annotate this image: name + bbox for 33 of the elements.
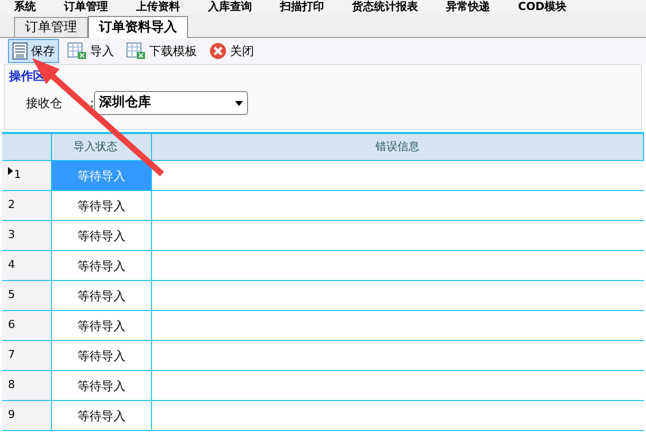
row-number: 7 [8,347,15,363]
menu-item[interactable]: COD模块 [504,0,581,14]
menu-item[interactable]: 入库查询 [194,0,266,14]
menu-item[interactable]: 订单管理 [50,0,122,14]
spreadsheet-icon [67,42,87,60]
toolbar-button[interactable]: 下载模板 [122,39,201,63]
dropdown-caret-icon [235,100,244,106]
label-colon: : [90,95,94,112]
menu-item[interactable]: 异常快递 [432,0,504,14]
toolbar-button[interactable]: 保存 [8,39,59,63]
menu-item[interactable]: 货态统计报表 [338,0,432,14]
row-number: 5 [8,287,15,303]
toolbar-button[interactable]: 关闭 [205,39,258,63]
tab[interactable]: 订单管理 [14,17,88,37]
toolbar-button[interactable]: 导入 [63,39,118,63]
row-number: 2 [8,197,15,213]
row-number: 8 [8,377,15,393]
row-number: 4 [8,257,15,273]
menu-item[interactable]: 系统 [0,0,50,14]
warehouse-dropdown[interactable]: 深圳仓库 [94,91,248,115]
menu-item[interactable]: 扫描打印 [266,0,338,14]
row-number: 6 [8,317,15,333]
status-cell: 等待导入 [52,161,152,190]
field-label: 接收仓 [26,95,62,112]
close-icon [209,42,227,60]
row-number: 9 [8,407,15,423]
document-icon [12,42,28,60]
row-number: 3 [8,227,15,243]
menu-item[interactable]: 上传资料 [122,0,194,14]
column-header: 错误信息 [152,134,644,160]
spreadsheet-icon [126,42,146,60]
tab[interactable]: 订单资料导入 [88,16,188,38]
row-number: 1 [14,167,21,183]
